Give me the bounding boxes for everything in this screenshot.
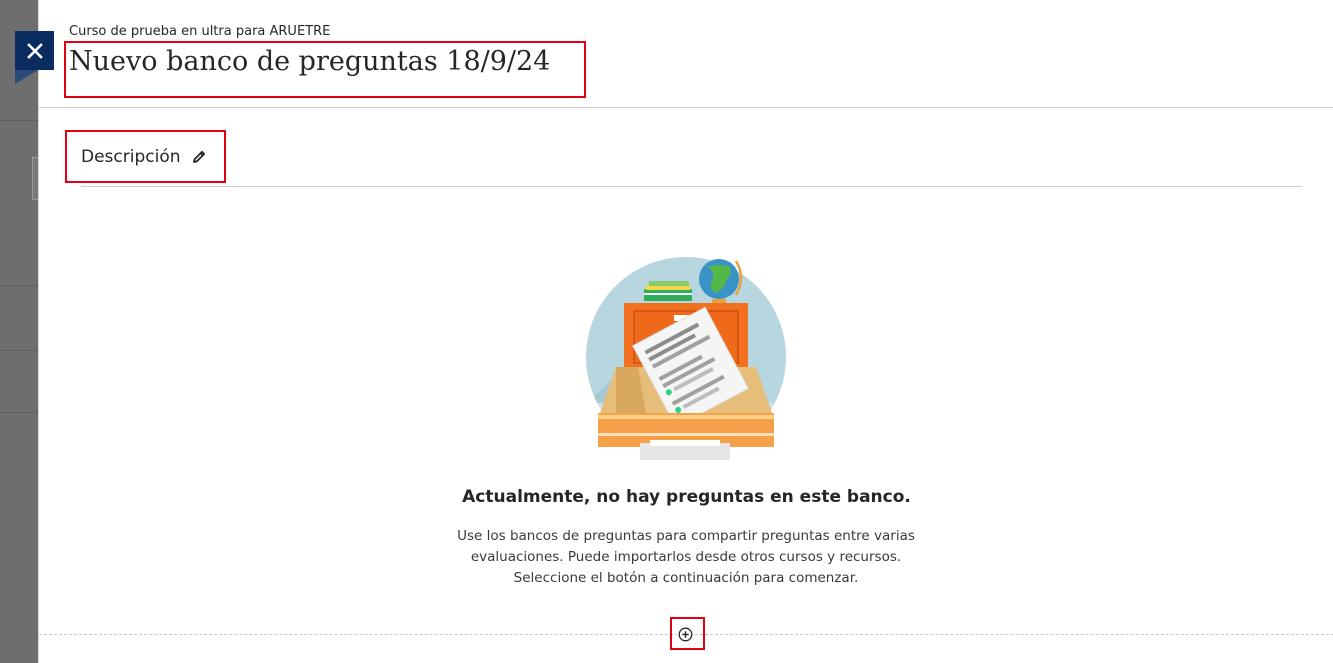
description-divider [81,186,1302,187]
empty-state-line: Seleccione el botón a continuación para … [513,570,859,586]
empty-state-title: Actualmente, no hay preguntas en este ba… [462,487,911,507]
pencil-icon[interactable] [191,149,207,165]
empty-state-line: evaluaciones. Puede importarlos desde ot… [470,549,902,565]
close-button-tail [15,70,38,84]
empty-state-line: Use los bancos de preguntas para compart… [457,528,915,544]
close-icon [26,42,43,59]
background-line [0,120,38,121]
header-divider [39,107,1333,108]
background-line [0,412,38,413]
page-title[interactable]: Nuevo banco de preguntas 18/9/24 [69,46,550,77]
background-line [0,350,38,351]
background-overlay [0,0,39,663]
file-cabinet-illustration [586,257,786,460]
background-line [0,285,38,286]
close-panel-button[interactable] [15,31,54,70]
add-question-button[interactable] [677,626,694,643]
description-label: Descripción [81,147,181,167]
question-bank-panel: Curso de prueba en ultra para ARUETRE Nu… [38,0,1333,663]
empty-state-body: Use los bancos de preguntas para compart… [436,526,936,589]
description-section[interactable]: Descripción [81,147,207,167]
plus-circle-icon [678,627,693,642]
course-name: Curso de prueba en ultra para ARUETRE [69,24,331,39]
